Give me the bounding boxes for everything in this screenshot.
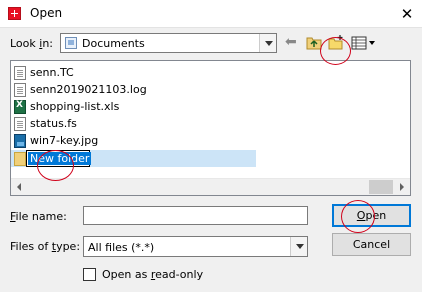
read-only-label: Open as read-only bbox=[102, 268, 204, 281]
file-name: senn.TC bbox=[30, 66, 74, 79]
folder-icon bbox=[14, 152, 26, 166]
cancel-button[interactable]: Cancel bbox=[332, 233, 411, 256]
app-icon bbox=[8, 7, 21, 20]
file-type-label: Files of type: bbox=[10, 240, 81, 253]
file-name-input[interactable] bbox=[83, 206, 308, 225]
annotation-circle bbox=[320, 37, 351, 65]
image-icon bbox=[14, 134, 26, 148]
file-name: status.fs bbox=[30, 117, 77, 130]
look-in-label: Look in: bbox=[10, 37, 54, 50]
document-icon bbox=[14, 83, 26, 97]
file-name: win7-key.jpg bbox=[30, 134, 99, 147]
chevron-down-icon[interactable] bbox=[290, 237, 307, 256]
look-in-dropdown[interactable]: Documents bbox=[60, 33, 277, 53]
scrollbar-thumb[interactable] bbox=[369, 180, 393, 194]
documents-folder-icon bbox=[65, 37, 77, 49]
file-list[interactable]: senn.TC senn2019021103.log shopping-list… bbox=[10, 60, 411, 196]
file-name: senn2019021103.log bbox=[30, 83, 147, 96]
horizontal-scrollbar[interactable] bbox=[11, 178, 410, 195]
document-icon bbox=[14, 117, 26, 131]
annotation-circle bbox=[341, 200, 375, 233]
annotation-circle bbox=[37, 150, 74, 181]
file-type-value: All files (*.*) bbox=[88, 241, 155, 254]
close-button[interactable]: ✕ bbox=[392, 0, 422, 28]
look-in-value: Documents bbox=[82, 37, 145, 50]
read-only-checkbox[interactable] bbox=[83, 268, 96, 281]
file-name-label: File name: bbox=[10, 210, 67, 223]
chevron-down-icon[interactable] bbox=[259, 34, 276, 52]
title-bar: Open ✕ bbox=[0, 0, 422, 28]
file-name: shopping-list.xls bbox=[30, 100, 120, 113]
scroll-right-icon[interactable] bbox=[393, 179, 410, 195]
document-icon bbox=[14, 66, 26, 80]
window-title: Open bbox=[30, 6, 63, 20]
scroll-left-icon[interactable] bbox=[11, 179, 28, 195]
view-menu-icon[interactable] bbox=[351, 34, 379, 51]
file-type-dropdown[interactable]: All files (*.*) bbox=[83, 236, 308, 257]
excel-icon bbox=[14, 100, 26, 114]
back-icon[interactable]: ⬅ bbox=[285, 34, 299, 51]
